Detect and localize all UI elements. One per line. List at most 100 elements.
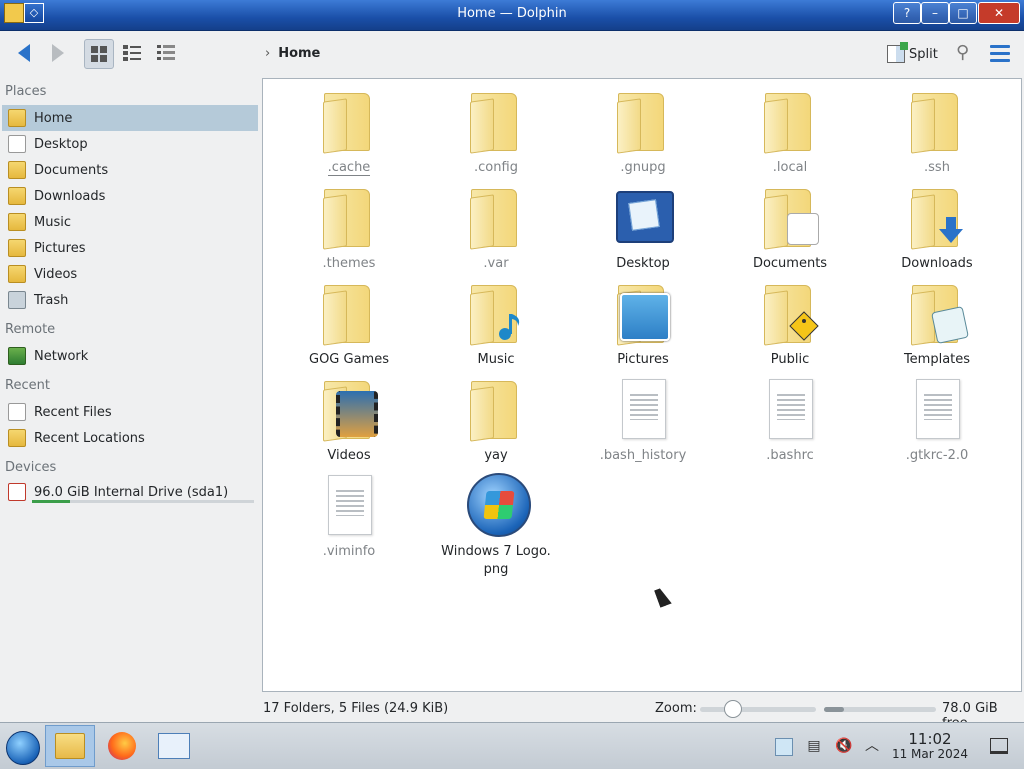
file-item-local[interactable]: .local xyxy=(720,89,860,177)
sidebar-item-pictures[interactable]: Pictures xyxy=(2,235,258,261)
sidebar-item-label: Documents xyxy=(34,162,109,178)
file-item-templates[interactable]: Templates xyxy=(867,281,1007,369)
start-menu-icon[interactable] xyxy=(6,731,40,765)
tray-expand-icon[interactable]: ︿ xyxy=(864,738,880,754)
file-item-viminfo[interactable]: .viminfo xyxy=(279,473,419,561)
file-item-themes[interactable]: .themes xyxy=(279,185,419,273)
taskbar-dolphin[interactable] xyxy=(45,725,95,767)
text-file-icon xyxy=(320,473,378,535)
file-label: Documents xyxy=(752,256,828,271)
sidebar-item-recent-files[interactable]: Recent Files xyxy=(2,399,258,425)
back-button[interactable] xyxy=(10,39,38,67)
file-item-bashrc[interactable]: .bashrc xyxy=(720,377,860,465)
icons-view-button[interactable] xyxy=(84,39,114,69)
zoom-label: Zoom: xyxy=(655,701,697,716)
zoom-slider[interactable] xyxy=(700,700,816,718)
text-file-icon xyxy=(908,377,966,439)
sidebar-item-home[interactable]: Home xyxy=(2,105,258,131)
file-item-desktop[interactable]: Desktop xyxy=(573,185,713,273)
show-desktop-icon[interactable] xyxy=(990,738,1008,754)
file-item-gnupg[interactable]: .gnupg xyxy=(573,89,713,177)
public-folder-icon xyxy=(761,281,819,343)
breadcrumb-chevron-icon: › xyxy=(265,46,271,61)
file-label: yay xyxy=(484,448,508,463)
text-file-icon xyxy=(614,377,672,439)
file-item-bash-history[interactable]: .bash_history xyxy=(573,377,713,465)
minimize-button[interactable]: – xyxy=(921,2,949,24)
folder-icon xyxy=(467,89,525,151)
file-item-gtkrc[interactable]: .gtkrc-2.0 xyxy=(867,377,1007,465)
text-file-icon xyxy=(761,377,819,439)
sidebar-item-label: Recent Locations xyxy=(34,430,145,446)
file-item-windows7-logo[interactable]: Windows 7 Logo. png xyxy=(426,473,566,579)
section-places: Places xyxy=(5,84,47,99)
search-icon[interactable]: ⚲ xyxy=(956,42,978,64)
file-label: .cache xyxy=(327,160,371,176)
file-item-documents[interactable]: Documents xyxy=(720,185,860,273)
details-view-button[interactable] xyxy=(152,39,180,67)
hamburger-menu-icon[interactable] xyxy=(990,45,1010,66)
breadcrumb-home[interactable]: Home xyxy=(278,46,320,61)
file-item-gog-games[interactable]: GOG Games xyxy=(279,281,419,369)
folder-icon xyxy=(320,185,378,247)
clock-time: 11:02 xyxy=(908,730,952,748)
sidebar-item-downloads[interactable]: Downloads xyxy=(2,183,258,209)
file-label: Templates xyxy=(903,352,971,367)
file-label: .gnupg xyxy=(620,160,666,175)
sidebar-item-documents[interactable]: Documents xyxy=(2,157,258,183)
sidebar-item-label: Music xyxy=(34,214,71,230)
volume-muted-icon[interactable]: 🔇 xyxy=(835,738,852,754)
split-button[interactable]: Split xyxy=(887,42,938,65)
file-item-videos[interactable]: Videos xyxy=(279,377,419,465)
sidebar-item-label: Downloads xyxy=(34,188,106,204)
file-label: .ssh xyxy=(924,160,950,175)
file-label: Desktop xyxy=(616,256,670,271)
sidebar-item-label: Home xyxy=(34,110,73,126)
sidebar-item-label: Network xyxy=(34,348,89,364)
taskbar-firefox[interactable] xyxy=(97,725,147,767)
sidebar-item-music[interactable]: Music xyxy=(2,209,258,235)
split-view-icon xyxy=(887,42,908,63)
file-view[interactable]: .cache .config .gnupg .local .ssh .theme… xyxy=(262,78,1022,692)
title-bar: ◇ Home — Dolphin ? – □ ✕ xyxy=(0,0,1024,31)
sidebar-item-network[interactable]: Network xyxy=(2,343,258,369)
network-icon xyxy=(8,347,26,365)
recent-files-icon xyxy=(8,403,26,421)
section-devices: Devices xyxy=(5,460,57,475)
desktop-icon xyxy=(8,135,26,153)
file-item-ssh[interactable]: .ssh xyxy=(867,89,1007,177)
clipboard-icon[interactable]: ▤ xyxy=(806,738,822,754)
sidebar-item-label: Desktop xyxy=(34,136,88,152)
zoom-slider-handle[interactable] xyxy=(724,700,742,718)
file-item-config[interactable]: .config xyxy=(426,89,566,177)
clock-date: 11 Mar 2024 xyxy=(891,747,969,761)
file-item-music[interactable]: Music xyxy=(426,281,566,369)
forward-button[interactable] xyxy=(44,39,72,67)
clock[interactable]: 11:02 11 Mar 2024 xyxy=(890,731,970,761)
sidebar-item-recent-locations[interactable]: Recent Locations xyxy=(2,425,258,451)
file-item-var[interactable]: .var xyxy=(426,185,566,273)
file-item-pictures[interactable]: Pictures xyxy=(573,281,713,369)
file-item-public[interactable]: Public xyxy=(720,281,860,369)
file-item-downloads[interactable]: Downloads xyxy=(867,185,1007,273)
help-button[interactable]: ? xyxy=(893,2,921,24)
file-item-cache[interactable]: .cache xyxy=(279,89,419,177)
videos-folder-icon xyxy=(8,265,26,283)
maximize-button[interactable]: □ xyxy=(949,2,977,24)
compact-view-button[interactable] xyxy=(118,39,146,67)
sidebar-item-videos[interactable]: Videos xyxy=(2,261,258,287)
section-recent: Recent xyxy=(5,378,50,393)
file-label: .local xyxy=(772,160,808,175)
folder-icon xyxy=(320,89,378,151)
sidebar-item-trash[interactable]: Trash xyxy=(2,287,258,313)
drive-usage-bar xyxy=(32,500,254,503)
file-item-yay[interactable]: yay xyxy=(426,377,566,465)
close-button[interactable]: ✕ xyxy=(978,2,1020,24)
home-folder-icon xyxy=(8,109,26,127)
documents-folder-icon xyxy=(761,185,819,247)
sidebar-item-desktop[interactable]: Desktop xyxy=(2,131,258,157)
tray-notes-icon[interactable] xyxy=(775,738,793,756)
breadcrumb[interactable]: › Home xyxy=(265,46,320,61)
recent-locations-icon xyxy=(8,429,26,447)
taskbar-system-settings[interactable] xyxy=(149,725,199,767)
